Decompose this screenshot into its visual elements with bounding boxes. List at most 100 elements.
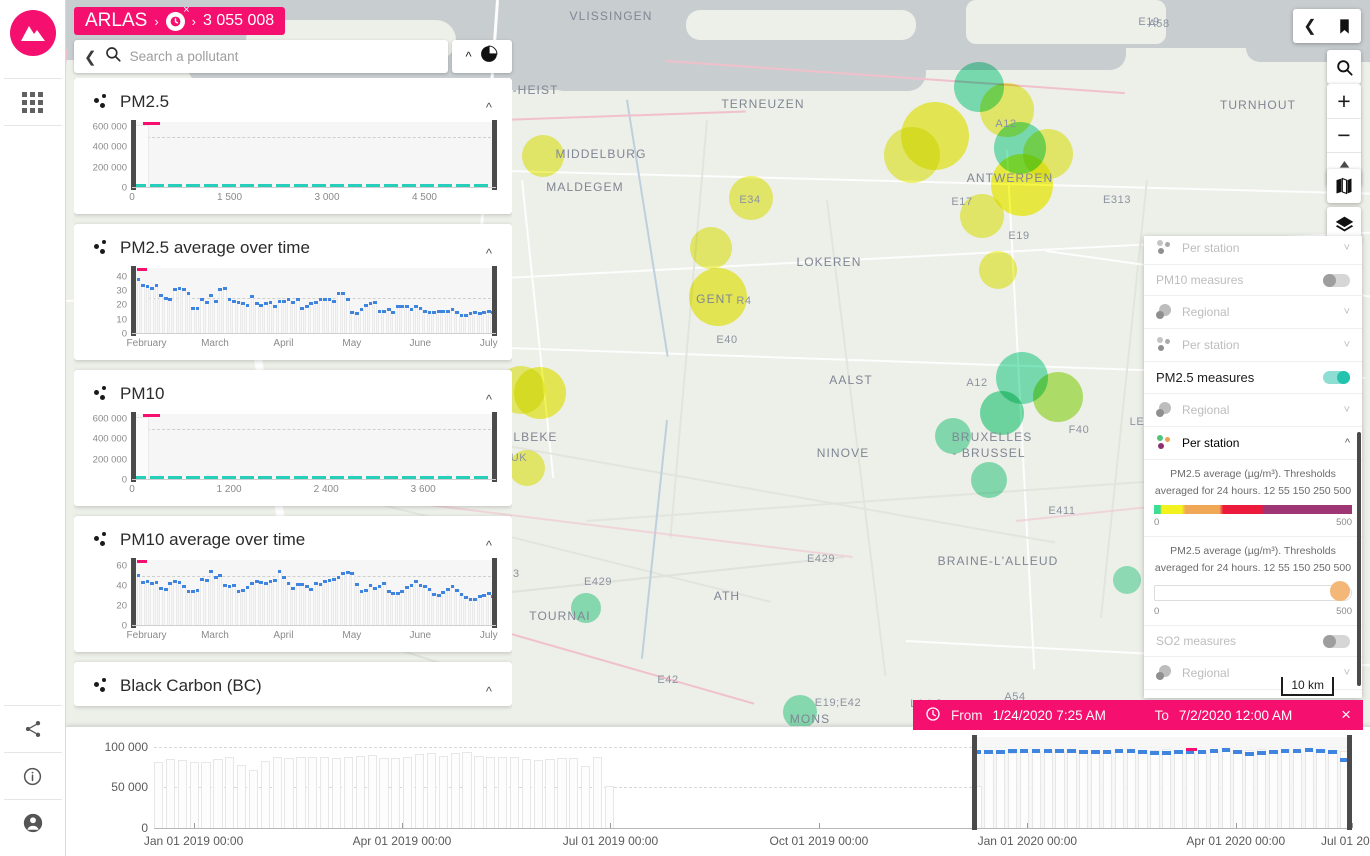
timeline-bar[interactable] — [403, 757, 413, 828]
timeline-bar[interactable] — [225, 757, 235, 828]
measure-bubble[interactable] — [690, 227, 732, 269]
account-icon[interactable] — [0, 800, 66, 846]
timeline-bar[interactable] — [592, 756, 603, 828]
timeline-bar[interactable] — [1138, 750, 1148, 828]
range-handle-left[interactable] — [131, 120, 136, 190]
timeline-bar[interactable] — [355, 755, 365, 828]
layer-row-regional[interactable]: Regional ˅ — [1144, 394, 1362, 427]
search-input[interactable] — [129, 49, 448, 64]
timeline-bar[interactable] — [984, 753, 994, 828]
breadcrumb-clock-chip[interactable]: × — [165, 4, 190, 31]
range-handle-left[interactable] — [131, 266, 136, 336]
card-chart[interactable]: 40 30 20 10 0 February March April May June July — [84, 266, 502, 352]
timeline-bar[interactable] — [1257, 749, 1267, 828]
timeline-bar[interactable] — [1280, 749, 1291, 828]
chevron-left-icon[interactable]: ❮ — [74, 48, 102, 66]
date-to-value[interactable]: 7/2/2020 12:00 AM — [1179, 708, 1292, 723]
timeline-bar[interactable] — [331, 758, 342, 828]
timeline-bar[interactable] — [521, 758, 531, 828]
timeline-bar[interactable] — [604, 785, 614, 828]
timeline-bar[interactable] — [1055, 750, 1065, 828]
timeline-bar[interactable] — [557, 758, 567, 828]
chart-plot[interactable]: 60 40 20 0 February March April May June July — [116, 558, 498, 641]
chart-plot[interactable]: 600 000 400 000 200 000 0 0 1 200 2 400 3 600 — [93, 412, 497, 495]
search-icon[interactable] — [102, 45, 130, 68]
mountain-logo-icon[interactable] — [9, 10, 56, 56]
timeline-bar[interactable] — [438, 755, 448, 828]
timeline-bar[interactable] — [1162, 749, 1172, 828]
collapse-left-icon[interactable]: ❮ — [1293, 9, 1327, 43]
layer-group-pm2.5[interactable]: PM2.5 measures — [1144, 362, 1362, 394]
map-search-icon[interactable] — [1327, 50, 1361, 84]
timeline-bar[interactable] — [1031, 750, 1041, 828]
chevron-up-icon[interactable]: ^ — [486, 100, 492, 115]
timeline-bar[interactable] — [308, 756, 318, 828]
card-header[interactable]: PM10 ^ — [74, 378, 512, 408]
pie-chart-icon[interactable] — [479, 44, 499, 69]
timeline-bar[interactable] — [569, 758, 579, 828]
chevron-down-icon[interactable]: ˅ — [1344, 242, 1350, 254]
timeline-handle-left[interactable] — [972, 735, 978, 830]
map-style-button[interactable] — [1327, 169, 1361, 203]
layer-row-regional[interactable]: Regional ˅ — [1144, 296, 1362, 329]
layer-toggle[interactable] — [1323, 273, 1350, 287]
measure-bubble[interactable] — [884, 127, 940, 183]
apps-grid-icon[interactable] — [0, 79, 66, 125]
timeline-bar[interactable] — [1245, 750, 1255, 828]
range-handle-right[interactable] — [492, 266, 497, 336]
analytics-panel-stack[interactable]: PM2.5 ^ 600 000 400 000 200 000 0 0 1 500 3 000 4… — [74, 78, 512, 748]
chevron-down-icon[interactable]: ˅ — [1344, 306, 1350, 318]
timeline-chart[interactable]: 100 000 50 000 0 Jan 01 2019 00:00 Apr 01 20… — [105, 735, 1370, 848]
range-handle-left[interactable] — [131, 412, 136, 482]
layer-row-per-station[interactable]: Per station ˅ — [1144, 236, 1362, 265]
timeline-bar[interactable] — [367, 754, 377, 828]
card-chart[interactable]: 60 40 20 0 February March April May June July — [84, 558, 502, 644]
range-handle-left[interactable] — [131, 558, 136, 628]
chevron-up-icon[interactable]: ^ — [486, 246, 492, 261]
timeline-bar[interactable] — [1292, 750, 1302, 828]
range-handle-right[interactable] — [492, 558, 497, 628]
map-icon[interactable] — [1327, 169, 1361, 203]
timeline-bar[interactable] — [1043, 750, 1053, 828]
timeline-bar[interactable] — [1221, 749, 1231, 828]
timeline-bar[interactable] — [497, 757, 508, 828]
timeline-bar[interactable] — [201, 762, 211, 828]
timeline-bar[interactable] — [1114, 751, 1125, 828]
timeline-bar[interactable] — [260, 760, 270, 828]
timeline-bar[interactable] — [533, 759, 543, 828]
timeline-bar[interactable] — [320, 756, 330, 828]
layer-group-pm10[interactable]: PM10 measures — [1144, 265, 1362, 296]
timeline-bar[interactable] — [284, 758, 294, 828]
analytics-card-pm10[interactable]: PM10 ^ 600 000 400 000 200 000 0 0 1 200 2 400 3 … — [74, 370, 512, 506]
timeline-bar[interactable] — [996, 753, 1006, 828]
bookmark-icon[interactable] — [1327, 9, 1361, 43]
timeline-bar[interactable] — [1304, 750, 1314, 828]
layer-row-per-station[interactable]: Per station ^ — [1144, 427, 1362, 460]
timeline-bar[interactable] — [189, 762, 199, 828]
timeline-bar[interactable] — [1067, 750, 1077, 828]
timeline-bar[interactable] — [581, 766, 591, 828]
timeline-bar[interactable] — [165, 758, 176, 828]
timeline-bar[interactable] — [1185, 751, 1196, 828]
range-handle-right[interactable] — [492, 412, 497, 482]
timeline-bar[interactable] — [462, 751, 472, 828]
measure-bubble[interactable] — [979, 251, 1017, 289]
timeline-bar[interactable] — [248, 769, 259, 828]
timeline-bar[interactable] — [391, 758, 401, 828]
layer-toggle[interactable] — [1323, 371, 1350, 384]
zoom-in-button[interactable]: + — [1327, 84, 1361, 118]
timeline-bar[interactable] — [296, 756, 306, 828]
timeline-bar[interactable] — [177, 759, 187, 828]
timeline-bar[interactable] — [154, 762, 164, 828]
timeline-bar[interactable] — [486, 757, 496, 828]
breadcrumb-root[interactable]: ARLAS — [85, 10, 147, 32]
layers-panel[interactable]: Per station ˅ PM10 measures Regional ˅ Per st… — [1144, 236, 1362, 698]
timeline-bar[interactable] — [1091, 750, 1101, 828]
card-header[interactable]: PM10 average over time ^ — [74, 524, 512, 554]
chart-plot[interactable]: 40 30 20 10 0 February March April May June July — [116, 266, 498, 349]
timeline-bar[interactable] — [1174, 750, 1184, 828]
card-chart[interactable]: 600 000 400 000 200 000 0 0 1 500 3 000 4 500 — [84, 120, 502, 206]
timeline-handle-right[interactable] — [1347, 735, 1352, 830]
measure-bubble[interactable] — [980, 391, 1024, 435]
chevron-down-icon[interactable]: ˅ — [1344, 339, 1350, 351]
